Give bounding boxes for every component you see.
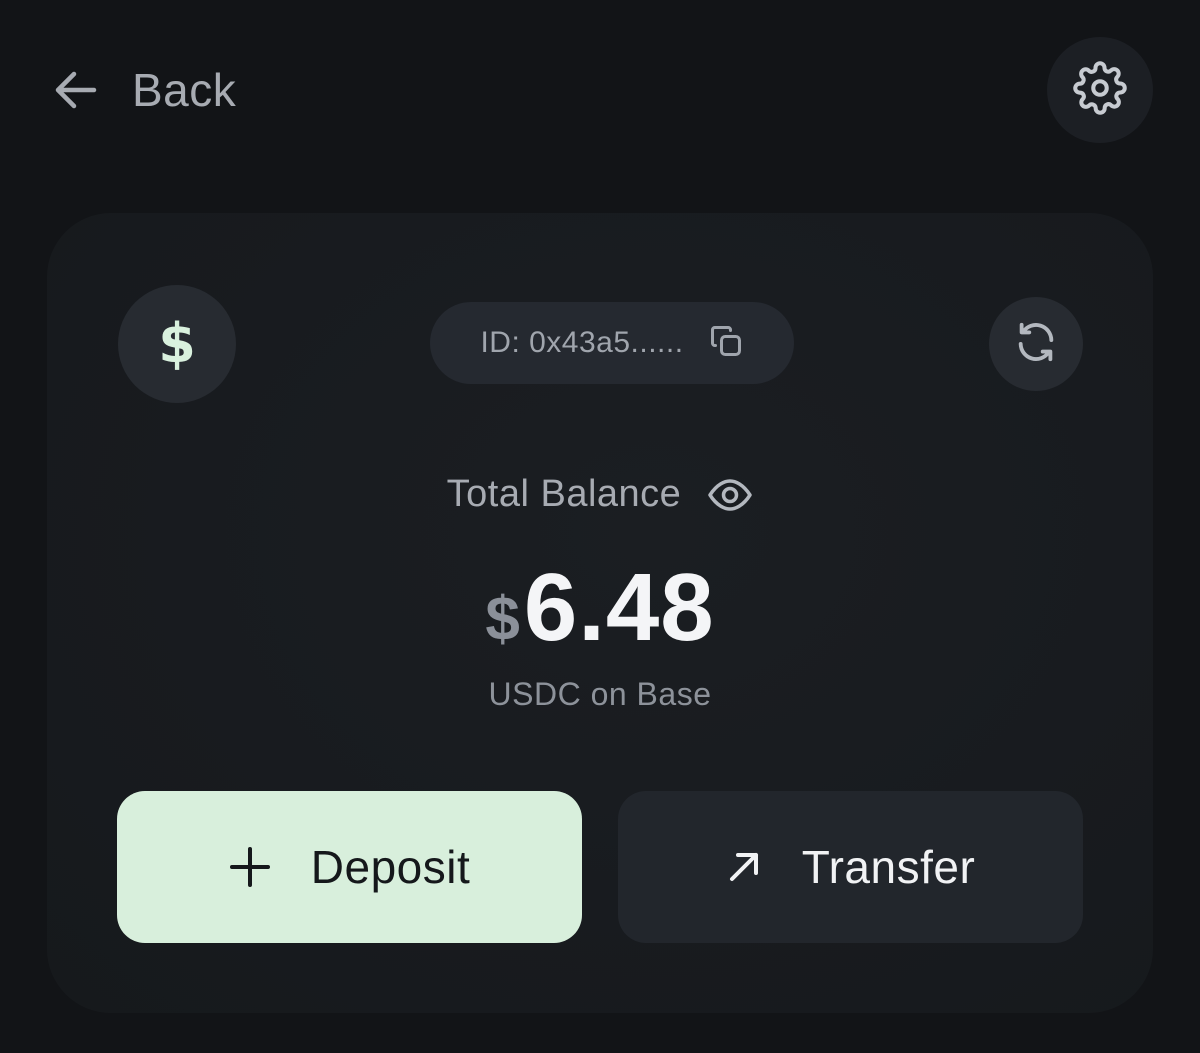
settings-button[interactable] (1047, 37, 1153, 143)
back-label: Back (132, 64, 237, 116)
arrow-up-right-icon (726, 849, 762, 885)
currency-symbol: $ (485, 585, 520, 654)
balance-amount: $ 6.48 (47, 553, 1153, 663)
back-button[interactable]: Back (52, 60, 236, 120)
transfer-button[interactable]: Transfer (618, 791, 1083, 943)
wallet-id-copy-button[interactable]: ID: 0x43a5...... (430, 302, 794, 384)
refresh-button[interactable] (989, 297, 1083, 391)
eye-icon[interactable] (707, 478, 753, 511)
top-bar: Back (0, 0, 1200, 180)
copy-icon (708, 323, 744, 364)
total-balance-label: Total Balance (446, 473, 682, 515)
arrow-left-icon (52, 70, 98, 110)
usdc-coin-avatar: $ (118, 285, 236, 403)
balance-header: Total Balance (47, 473, 1153, 516)
wallet-card: $ ID: 0x43a5...... Total Balance $ 6.48 … (47, 213, 1153, 1013)
plus-icon (229, 846, 271, 888)
deposit-label: Deposit (310, 841, 471, 893)
deposit-button[interactable]: Deposit (117, 791, 582, 943)
gear-icon (1073, 60, 1127, 120)
network-label: USDC on Base (488, 676, 712, 712)
balance-value: 6.48 (523, 554, 715, 661)
transfer-label: Transfer (801, 841, 976, 893)
wallet-id-text: ID: 0x43a5...... (480, 326, 684, 359)
dollar-icon: $ (158, 312, 196, 375)
refresh-icon (1013, 319, 1059, 370)
